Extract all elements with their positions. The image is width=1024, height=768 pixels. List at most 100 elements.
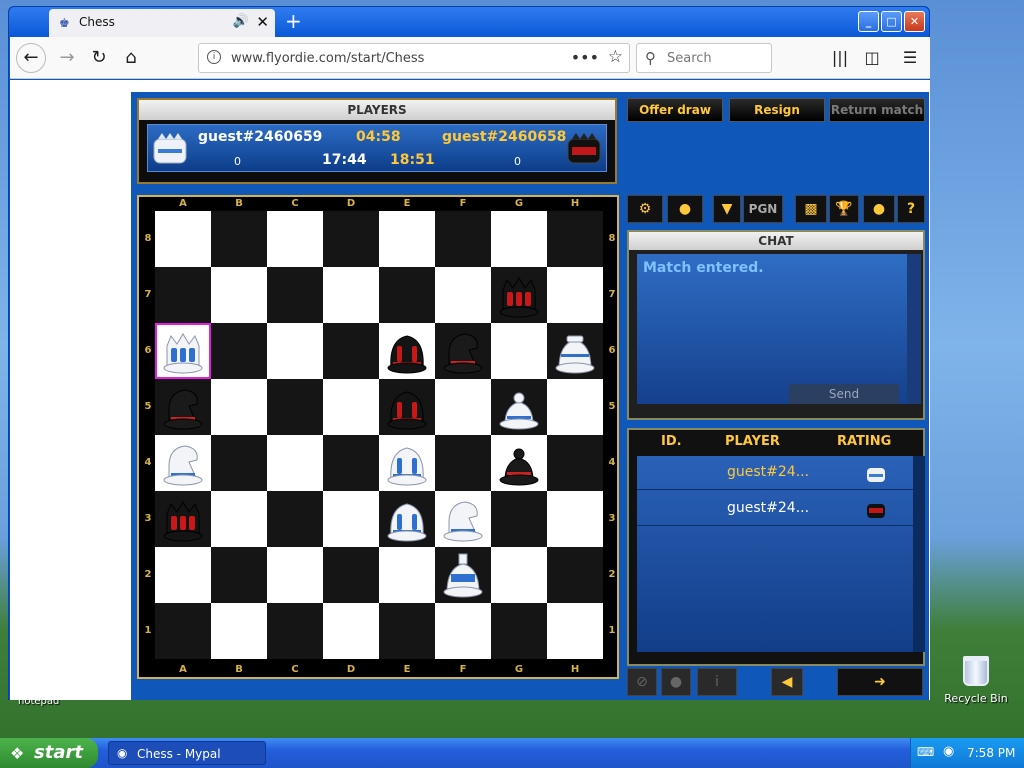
square-d6[interactable] [323,323,379,379]
taskbar-item-chess[interactable]: ◉ Chess - Mypal [108,741,266,765]
white-knight-icon[interactable] [441,496,485,542]
square-h5[interactable] [547,379,603,435]
help-icon[interactable]: ? [897,195,925,223]
square-d5[interactable] [323,379,379,435]
square-c1[interactable] [267,603,323,659]
square-b8[interactable] [211,211,267,267]
square-a1[interactable] [155,603,211,659]
square-g1[interactable] [491,603,547,659]
keyboard-icon[interactable]: ⌨ [917,745,934,759]
square-c4[interactable] [267,435,323,491]
square-e2[interactable] [379,547,435,603]
square-h1[interactable] [547,603,603,659]
start-button[interactable]: ❖ start [0,738,98,768]
white-king-icon[interactable] [441,552,485,598]
square-e5[interactable] [379,379,435,435]
square-h8[interactable] [547,211,603,267]
square-f3[interactable] [435,491,491,547]
square-a7[interactable] [155,267,211,323]
square-e3[interactable] [379,491,435,547]
square-d2[interactable] [323,547,379,603]
square-a6[interactable] [155,323,211,379]
white-rook-icon[interactable] [385,440,429,486]
sidebar-icon[interactable]: ◫ [860,46,884,70]
square-c7[interactable] [267,267,323,323]
square-e1[interactable] [379,603,435,659]
square-c3[interactable] [267,491,323,547]
square-h2[interactable] [547,547,603,603]
profile-icon[interactable]: ● [661,668,691,696]
square-b2[interactable] [211,547,267,603]
list-item[interactable]: guest#24... [637,492,913,526]
square-c5[interactable] [267,379,323,435]
square-h3[interactable] [547,491,603,547]
offer-draw-button[interactable]: Offer draw [627,98,723,122]
trophy-icon[interactable]: 🏆 [829,195,859,223]
network-icon[interactable]: ◉ [943,744,954,759]
list-item[interactable]: guest#24... [637,456,913,490]
square-d3[interactable] [323,491,379,547]
square-c2[interactable] [267,547,323,603]
square-h6[interactable] [547,323,603,379]
menu-icon[interactable]: ☰ [898,46,922,70]
square-c6[interactable] [267,323,323,379]
square-e6[interactable] [379,323,435,379]
square-d1[interactable] [323,603,379,659]
black-knight-icon[interactable] [161,384,205,430]
black-pawn-icon[interactable] [497,440,541,486]
square-b4[interactable] [211,435,267,491]
home-button[interactable]: ⌂ [116,44,146,72]
square-h7[interactable] [547,267,603,323]
square-f6[interactable] [435,323,491,379]
address-bar[interactable]: i www.flyordie.com/start/Chess ••• ☆ [198,43,630,73]
back-button[interactable]: ← [16,43,46,73]
square-b5[interactable] [211,379,267,435]
square-f7[interactable] [435,267,491,323]
black-knight-icon[interactable] [441,328,485,374]
exit-icon[interactable]: ➜ [837,668,923,696]
square-b1[interactable] [211,603,267,659]
square-g4[interactable] [491,435,547,491]
chess-board[interactable] [155,211,603,659]
square-a8[interactable] [155,211,211,267]
search-box[interactable]: ⚲ Search [636,43,772,73]
close-window-button[interactable]: ✕ [904,11,925,32]
square-b6[interactable] [211,323,267,379]
square-e8[interactable] [379,211,435,267]
red-rook-icon[interactable] [385,328,429,374]
dropdown-arrow-icon[interactable]: ▼ [713,195,741,223]
square-f8[interactable] [435,211,491,267]
chat-scrollbar[interactable] [907,254,921,404]
new-tab-button[interactable]: + [285,10,302,32]
square-d7[interactable] [323,267,379,323]
ball-icon[interactable]: ● [667,195,703,223]
square-b3[interactable] [211,491,267,547]
return-match-button[interactable]: Return match [829,98,925,122]
chat-bubble-icon[interactable]: ● [863,195,895,223]
info-icon[interactable]: i [697,668,737,696]
site-info-icon[interactable]: i [207,50,221,64]
settings-gear-icon[interactable]: ⚙ [627,195,663,223]
page-actions-icon[interactable]: ••• [571,48,599,67]
square-c8[interactable] [267,211,323,267]
square-a3[interactable] [155,491,211,547]
square-e7[interactable] [379,267,435,323]
square-f1[interactable] [435,603,491,659]
square-d4[interactable] [323,435,379,491]
chat-send-button[interactable]: Send [789,384,899,404]
square-h4[interactable] [547,435,603,491]
square-g5[interactable] [491,379,547,435]
red-queen-icon[interactable] [497,272,541,318]
red-queen-icon[interactable] [161,496,205,542]
library-icon[interactable]: ||| [828,46,852,70]
square-a5[interactable] [155,379,211,435]
speaker-icon[interactable]: 🔊 [233,14,249,29]
square-f2[interactable] [435,547,491,603]
player-list-scrollbar[interactable] [913,456,925,652]
sound-icon[interactable]: ◀ [771,668,803,696]
square-d8[interactable] [323,211,379,267]
forward-button[interactable]: → [52,44,82,72]
red-rook-icon[interactable] [385,384,429,430]
tab-chess[interactable]: ♚ Chess 🔊 ✕ [49,9,275,37]
bookmark-star-icon[interactable]: ☆ [608,47,623,67]
